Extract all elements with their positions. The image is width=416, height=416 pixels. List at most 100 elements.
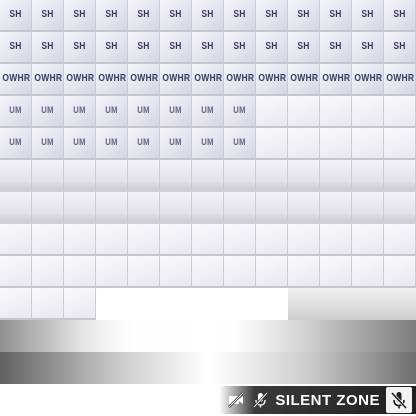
mosaic-tile: SH — [128, 0, 160, 32]
tile-text: SH — [361, 41, 374, 52]
mosaic-tile — [288, 224, 320, 256]
mosaic-tile: SH — [96, 0, 128, 32]
mosaic-tile — [128, 224, 160, 256]
mosaic-tile: SH — [192, 32, 224, 64]
mosaic-tile: UM — [192, 96, 224, 128]
mosaic-tile — [288, 160, 320, 192]
mosaic-tile — [64, 288, 96, 320]
mosaic-tile — [320, 128, 352, 160]
mosaic-tile — [384, 96, 416, 128]
mosaic-tile — [352, 160, 384, 192]
no-video-icon — [227, 391, 245, 409]
mosaic-tile — [256, 192, 288, 224]
mosaic-tile: SH — [384, 0, 416, 32]
mosaic-tile: UM — [224, 96, 256, 128]
mosaic-tile: OWHR — [32, 64, 64, 96]
mosaic-tile — [352, 192, 384, 224]
mosaic-tile: SH — [320, 0, 352, 32]
tile-text: UM — [105, 137, 118, 147]
tile-text: SH — [9, 9, 22, 20]
mosaic-tile — [224, 160, 256, 192]
mosaic-tile — [96, 192, 128, 224]
mosaic-tile: SH — [352, 0, 384, 32]
mosaic-tile — [224, 256, 256, 288]
mosaic-tile: UM — [0, 128, 32, 160]
mosaic-tile — [384, 256, 416, 288]
mosaic-tile: OWHR — [128, 64, 160, 96]
mosaic-tile — [384, 128, 416, 160]
tile-text: UM — [233, 137, 246, 147]
silent-zone-indicator: SILENT ZONE — [219, 386, 416, 414]
mosaic-tile — [256, 160, 288, 192]
tile-text: OWHR — [34, 73, 63, 84]
tile-text: SH — [297, 41, 310, 52]
mosaic-tile — [288, 96, 320, 128]
tile-text: OWHR — [354, 73, 383, 84]
tile-text: SH — [329, 9, 342, 20]
tile-text: SH — [137, 41, 150, 52]
mosaic-tile — [0, 192, 32, 224]
tile-text: UM — [73, 105, 86, 115]
mosaic-tile — [320, 160, 352, 192]
mosaic-tile: SH — [96, 32, 128, 64]
mosaic-tile — [160, 224, 192, 256]
mosaic-tile: OWHR — [96, 64, 128, 96]
tile-text: OWHR — [66, 73, 95, 84]
tile-text: SH — [393, 9, 406, 20]
mosaic-tile: OWHR — [192, 64, 224, 96]
tile-text: UM — [169, 137, 182, 147]
mosaic-tile — [192, 160, 224, 192]
mosaic-tile — [96, 160, 128, 192]
mosaic-tile — [128, 256, 160, 288]
mosaic-tile: SH — [352, 32, 384, 64]
mosaic-tile — [0, 224, 32, 256]
tile-text: UM — [201, 137, 214, 147]
mosaic-tile — [320, 256, 352, 288]
tile-text: OWHR — [322, 73, 351, 84]
muted-microphone-icon — [386, 387, 412, 413]
tile-text: SH — [41, 9, 54, 20]
mosaic-tile — [160, 256, 192, 288]
mosaic-tile: SH — [0, 0, 32, 32]
mosaic-tile: SH — [224, 0, 256, 32]
tile-text: SH — [73, 9, 86, 20]
tile-text: SH — [105, 9, 118, 20]
tile-text: SH — [393, 41, 406, 52]
mosaic-tile — [32, 192, 64, 224]
mosaic-tile: UM — [160, 96, 192, 128]
mosaic-tile — [32, 224, 64, 256]
mosaic-tile — [256, 256, 288, 288]
tile-text: UM — [9, 137, 22, 147]
mosaic-tile — [320, 224, 352, 256]
tile-text: UM — [9, 105, 22, 115]
mosaic-tile: SH — [32, 32, 64, 64]
mosaic-tile: OWHR — [384, 64, 416, 96]
mosaic-tile — [32, 160, 64, 192]
tile-text: UM — [201, 105, 214, 115]
mosaic-tile: OWHR — [288, 64, 320, 96]
mosaic-tile: UM — [32, 96, 64, 128]
mosaic-tile — [64, 160, 96, 192]
tile-text: SH — [201, 41, 214, 52]
tile-text: OWHR — [258, 73, 287, 84]
tile-text: OWHR — [162, 73, 191, 84]
tile-text: OWHR — [98, 73, 127, 84]
tile-text: UM — [233, 105, 246, 115]
tile-text: SH — [329, 41, 342, 52]
mosaic-tile: SH — [64, 32, 96, 64]
mosaic-tile — [160, 192, 192, 224]
mosaic-tile — [288, 256, 320, 288]
mosaic-tile — [320, 96, 352, 128]
mosaic-tile: SH — [320, 32, 352, 64]
tile-text: OWHR — [386, 73, 415, 84]
mosaic-tile: SH — [256, 0, 288, 32]
silent-zone-label: SILENT ZONE — [275, 391, 380, 409]
tile-text: OWHR — [194, 73, 223, 84]
tile-text: SH — [297, 9, 310, 20]
tile-text: SH — [265, 9, 278, 20]
tile-text: SH — [361, 9, 374, 20]
tile-text: SH — [169, 41, 182, 52]
tile-text: SH — [9, 41, 22, 52]
tile-text: UM — [73, 137, 86, 147]
mosaic-tile — [64, 224, 96, 256]
